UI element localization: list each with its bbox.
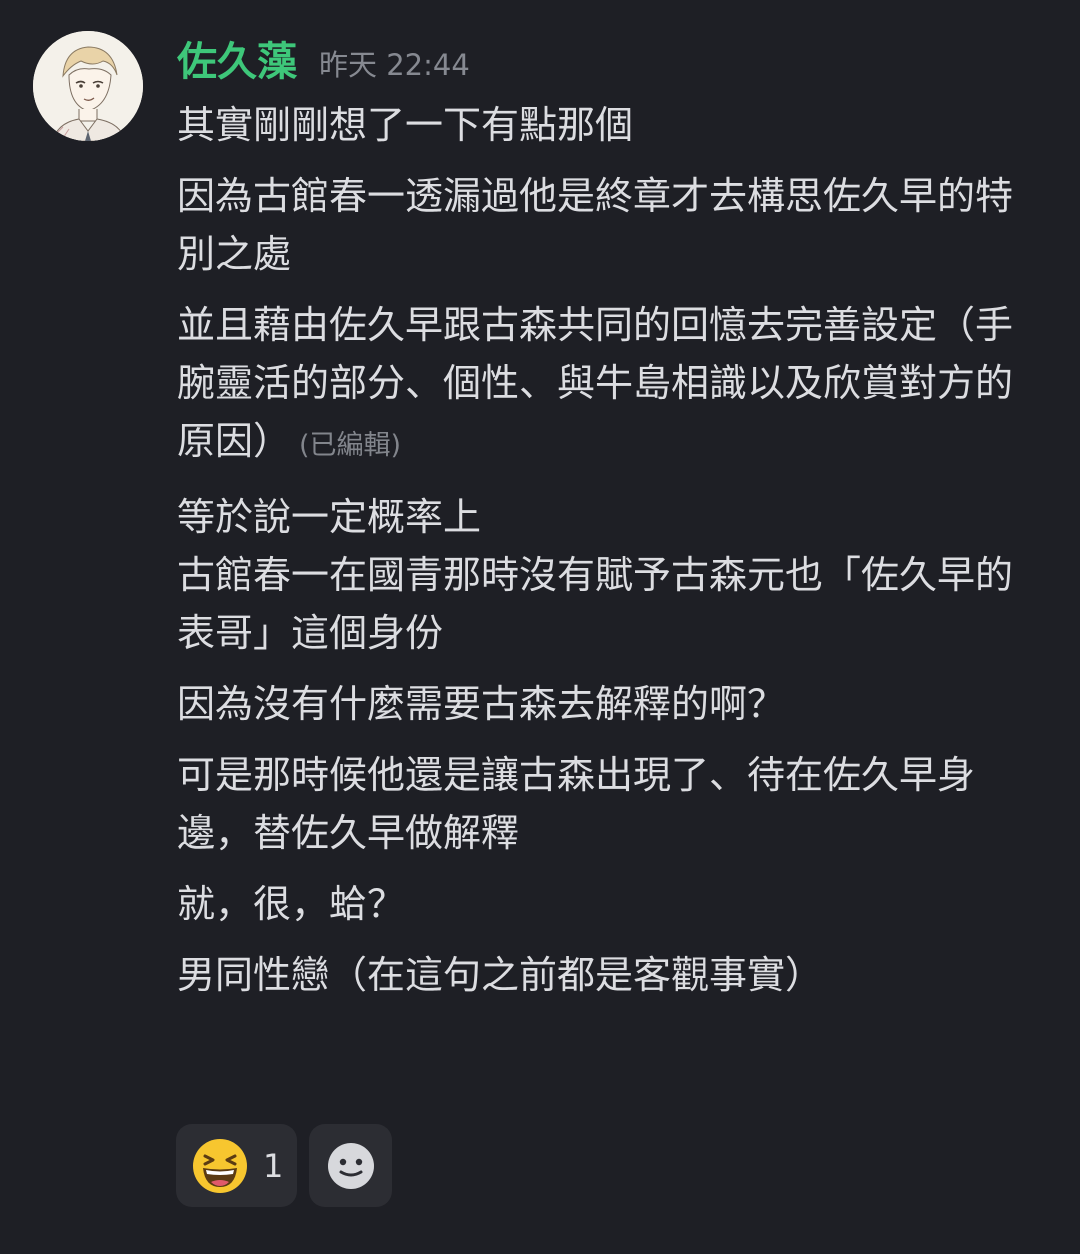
message-group: 其實剛剛想了一下有點那個 因為古館春一透漏過他是終章才去構思佐久早的特別之處 並… xyxy=(177,96,1027,1017)
message-line[interactable]: 古館春一在國青那時沒有賦予古森元也「佐久早的表哥」這個身份 xyxy=(177,546,1027,662)
message-text: 其實剛剛想了一下有點那個 xyxy=(177,103,634,147)
message-line[interactable]: 因為古館春一透漏過他是終章才去構思佐久早的特別之處 xyxy=(177,167,1027,283)
message-timestamp: 昨天 22:44 xyxy=(319,48,470,82)
reaction-bar: 1 xyxy=(176,1124,392,1207)
reaction-laughing[interactable]: 1 xyxy=(176,1124,297,1207)
grinning-squinting-face-emoji-icon xyxy=(193,1138,247,1193)
add-reaction-smiley-icon xyxy=(327,1142,374,1189)
message-text: 可是那時候他還是讓古森出現了、待在佐久早身邊，替佐久早做解釋 xyxy=(177,753,976,855)
reaction-count: 1 xyxy=(263,1146,284,1185)
add-reaction-button[interactable] xyxy=(309,1124,392,1207)
anime-character-avatar-icon xyxy=(33,31,143,141)
avatar[interactable] xyxy=(33,31,143,141)
message-line[interactable]: 並且藉由佐久早跟古森共同的回憶去完善設定（手腕靈活的部分、個性、與牛島相識以及欣… xyxy=(177,296,1027,475)
message-line[interactable]: 可是那時候他還是讓古森出現了、待在佐久早身邊，替佐久早做解釋 xyxy=(177,746,1027,862)
message-line[interactable]: 男同性戀（在這句之前都是客觀事實） xyxy=(177,946,1027,1004)
message-header: 佐久藻 昨天 22:44 xyxy=(177,34,470,90)
message-text: 因為沒有什麼需要古森去解釋的啊？ xyxy=(177,682,786,726)
message-text: 就，很，蛤？ xyxy=(177,882,406,926)
message-line[interactable]: 其實剛剛想了一下有點那個 xyxy=(177,96,1027,154)
message-text: 因為古館春一透漏過他是終章才去構思佐久早的特別之處 xyxy=(177,174,1014,276)
message-line[interactable]: 就，很，蛤？ xyxy=(177,875,1027,933)
message-text: 古館春一在國青那時沒有賦予古森元也「佐久早的表哥」這個身份 xyxy=(177,553,1014,655)
author-name[interactable]: 佐久藻 xyxy=(177,34,297,90)
message-text: 等於說一定概率上 xyxy=(177,495,482,539)
edited-label: (已編輯) xyxy=(299,430,402,461)
message-text: 男同性戀（在這句之前都是客觀事實） xyxy=(177,953,824,997)
message-line[interactable]: 等於說一定概率上 xyxy=(177,488,1027,546)
message-line[interactable]: 因為沒有什麼需要古森去解釋的啊？ xyxy=(177,675,1027,733)
